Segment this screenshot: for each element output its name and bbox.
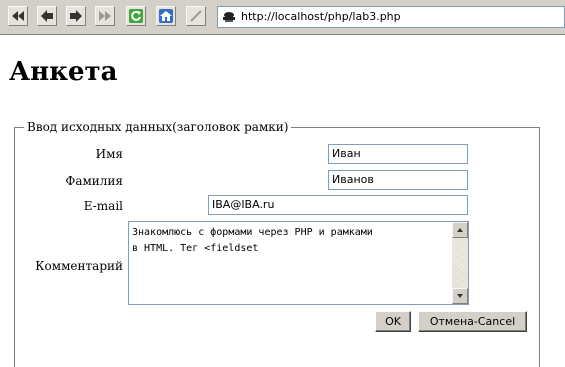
reload-icon[interactable] (126, 6, 146, 26)
edit-pencil-icon[interactable] (186, 6, 206, 26)
page-identity-icon (223, 12, 235, 22)
cancel-button[interactable]: Отмена-Cancel (418, 311, 527, 332)
scroll-down-icon[interactable] (452, 288, 468, 304)
textarea-scrollbar[interactable] (452, 222, 468, 304)
last-name-input[interactable]: Иванов (328, 170, 468, 190)
page-title: Анкета (9, 57, 118, 87)
fast-forward-icon[interactable] (95, 6, 115, 26)
comment-text: Знакомлюсь с формами через PHP и рамками… (132, 227, 373, 254)
comment-textarea[interactable]: Знакомлюсь с формами через PHP и рамками… (128, 221, 469, 305)
email-input[interactable]: IBA@IBA.ru (208, 195, 468, 215)
ok-button[interactable]: OK (375, 311, 411, 332)
back-arrow-icon[interactable] (37, 6, 57, 26)
browser-toolbar: http://localhost/php/lab3.php (0, 0, 565, 35)
email-label: E-mail (83, 199, 123, 213)
address-bar[interactable]: http://localhost/php/lab3.php (217, 6, 565, 28)
scroll-up-icon[interactable] (452, 222, 468, 238)
forward-arrow-icon[interactable] (66, 6, 86, 26)
fieldset-legend: Ввод исходных данных(заголовок рамки) (24, 119, 292, 135)
first-name-label: Имя (95, 147, 123, 161)
comment-label: Комментарий (35, 259, 123, 273)
last-name-label: Фамилия (65, 174, 123, 188)
first-name-input[interactable]: Иван (328, 144, 468, 164)
address-text: http://localhost/php/lab3.php (241, 10, 401, 23)
home-icon[interactable] (156, 6, 176, 26)
rewind-icon[interactable] (8, 6, 28, 26)
